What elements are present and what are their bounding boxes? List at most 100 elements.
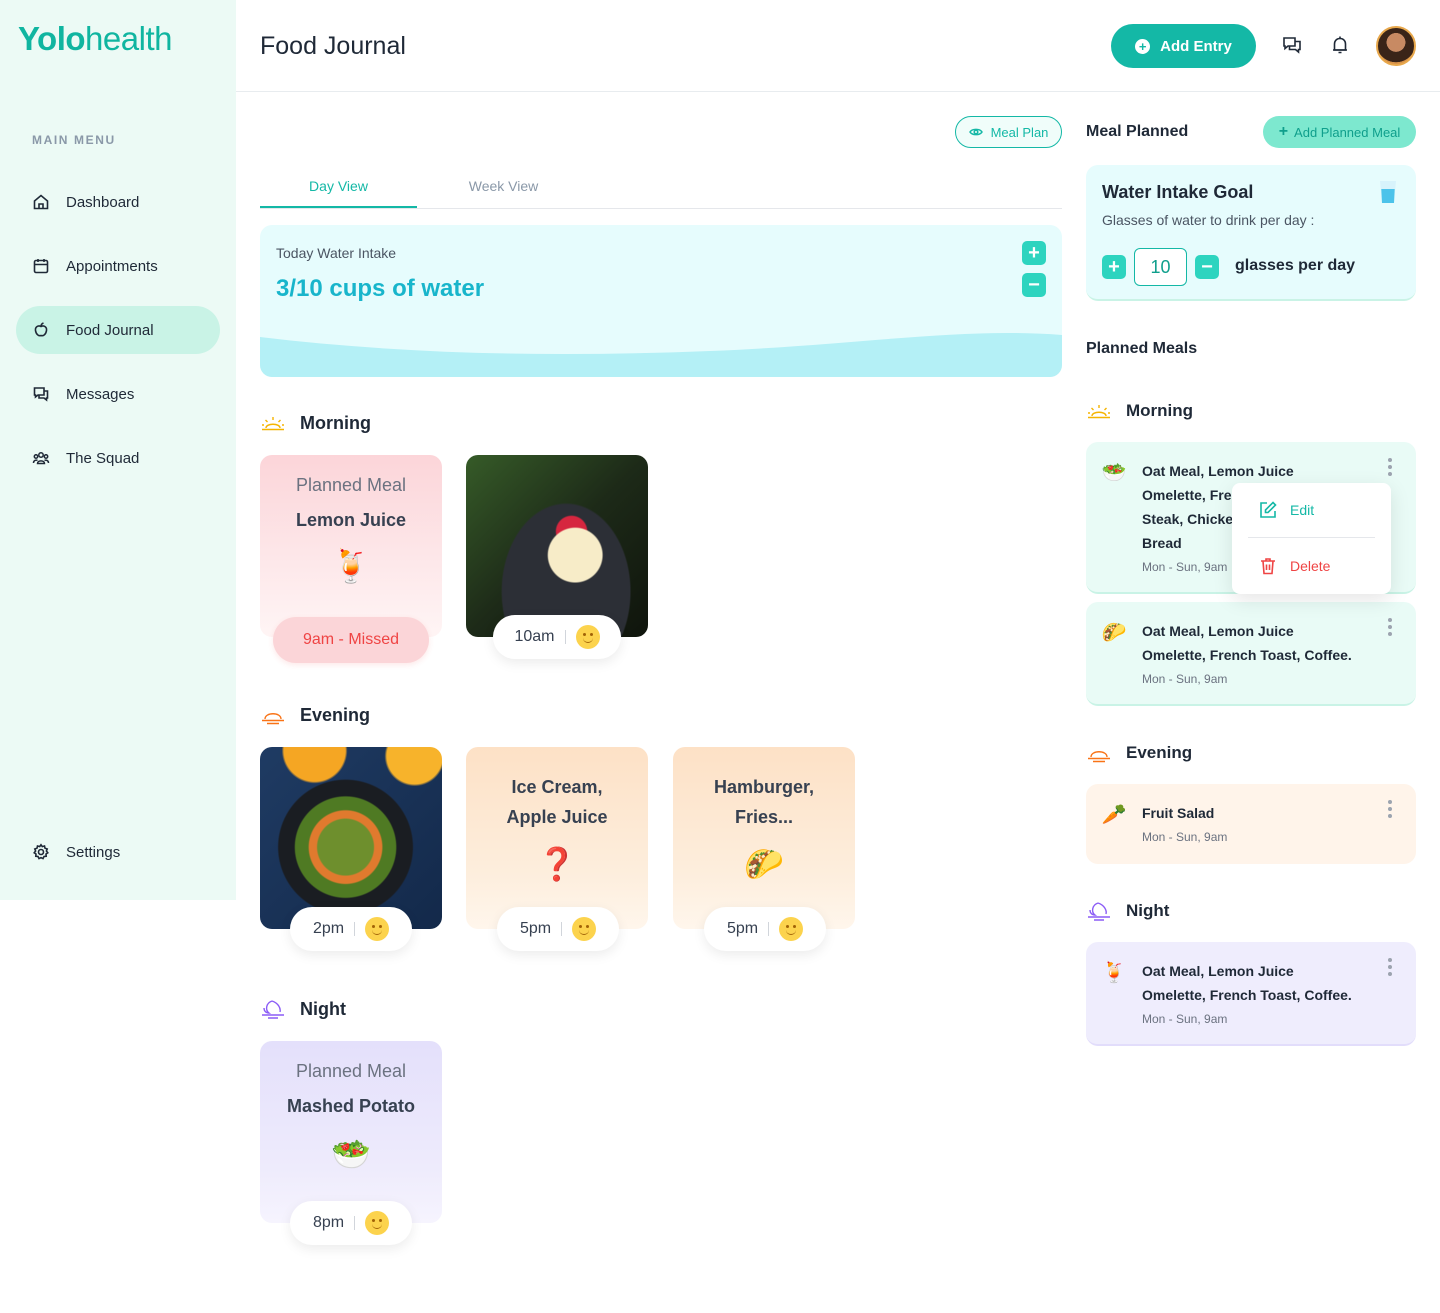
- planned-meal-card-lemon-juice[interactable]: Planned Meal Lemon Juice 🍹: [260, 455, 442, 637]
- sidebar-item-appointments[interactable]: Appointments: [16, 242, 220, 290]
- context-menu: Edit Delete: [1232, 483, 1391, 594]
- edit-menu-item[interactable]: Edit: [1258, 500, 1314, 520]
- divider: [564, 630, 566, 644]
- apple-icon: [32, 321, 50, 339]
- salad-photo: [260, 747, 442, 929]
- menu-divider: [1248, 537, 1375, 538]
- meal-card-ice-cream[interactable]: Ice Cream, Apple Juice ❓: [466, 747, 648, 929]
- planned-meal-foods: Oat Meal, Lemon Juice Omelette, French T…: [1142, 619, 1352, 667]
- evening-section-title: Evening: [260, 704, 370, 726]
- photo-meal-card-cake[interactable]: [466, 455, 648, 637]
- meal-card-hamburger[interactable]: Hamburger, Fries... 🌮: [673, 747, 855, 929]
- group-icon: [32, 449, 50, 467]
- planned-meal-foods: Oat Meal, Lemon Juice Omelette, French T…: [1142, 959, 1352, 1007]
- cocktail-icon: 🍹: [1101, 961, 1127, 984]
- goal-unit-label: glasses per day: [1235, 257, 1356, 274]
- meal-time: 10am: [514, 628, 555, 645]
- tab-day-view[interactable]: Day View: [260, 178, 417, 208]
- smiley-icon: [572, 917, 597, 941]
- sidebar-item-settings[interactable]: Settings: [16, 828, 220, 876]
- planned-meal-card-mashed-potato[interactable]: Planned Meal Mashed Potato 🥗: [260, 1041, 442, 1223]
- water-goal-title: Water Intake Goal: [1102, 182, 1254, 202]
- smiley-icon: [365, 917, 390, 941]
- card-meal-line-2: Apple Juice: [506, 807, 608, 827]
- planned-night-title: Night: [1086, 900, 1169, 922]
- goal-decrease-button[interactable]: −: [1195, 255, 1219, 279]
- planned-meal-schedule: Mon - Sun, 9am: [1142, 672, 1228, 686]
- divider: [561, 922, 563, 936]
- sidebar-item-messages[interactable]: Messages: [16, 370, 220, 418]
- planned-morning-title: Morning: [1086, 400, 1193, 422]
- night-label: Night: [1126, 901, 1170, 920]
- food-line: Oat Meal, Lemon Juice: [1142, 463, 1294, 479]
- planned-meal-foods: Fruit Salad: [1142, 801, 1214, 825]
- avatar[interactable]: [1376, 26, 1416, 66]
- kebab-menu-icon[interactable]: [1388, 800, 1392, 818]
- add-planned-meal-label: Add Planned Meal: [1294, 124, 1401, 140]
- meal-planned-title: Meal Planned: [1086, 123, 1189, 140]
- smiley-icon: [779, 917, 804, 941]
- water-wave: [260, 332, 1062, 377]
- planned-meal-item[interactable]: 🌮 Oat Meal, Lemon Juice Omelette, French…: [1086, 602, 1416, 706]
- sidebar-item-the-squad[interactable]: The Squad: [16, 434, 220, 482]
- sunrise-icon: [260, 412, 286, 434]
- brand-logo[interactable]: Yolohealth: [18, 20, 172, 58]
- time-pill: 5pm: [704, 907, 826, 951]
- time-pill: 8pm: [290, 1201, 412, 1245]
- top-header: Food Journal + Add Entry: [236, 0, 1440, 92]
- morning-section-title: Morning: [260, 412, 371, 434]
- food-line: Oat Meal, Lemon Juice: [1142, 963, 1294, 979]
- morning-label: Morning: [300, 412, 371, 433]
- goal-value-input[interactable]: 10: [1134, 248, 1187, 286]
- card-meal-name: Lemon Juice: [295, 510, 407, 530]
- planned-evening-title: Evening: [1086, 742, 1192, 764]
- smiley-icon: [575, 625, 600, 649]
- water-increase-button[interactable]: +: [1022, 241, 1046, 265]
- sunset-icon: [260, 704, 286, 726]
- morning-label: Morning: [1126, 401, 1194, 420]
- kebab-menu-icon[interactable]: [1388, 458, 1392, 476]
- sidebar-item-food-journal[interactable]: Food Journal: [16, 306, 220, 354]
- meal-time: 2pm: [312, 920, 345, 937]
- home-icon: [32, 193, 50, 211]
- kebab-menu-icon[interactable]: [1388, 618, 1392, 636]
- delete-menu-item[interactable]: Delete: [1258, 556, 1330, 576]
- goal-increase-button[interactable]: +: [1102, 255, 1126, 279]
- photo-meal-card-salad[interactable]: [260, 747, 442, 929]
- evening-label: Evening: [300, 704, 371, 725]
- divider: [768, 922, 770, 936]
- cake-photo: [466, 455, 648, 637]
- kebab-menu-icon[interactable]: [1388, 958, 1392, 976]
- divider: [354, 1216, 356, 1230]
- page-title: Food Journal: [260, 32, 406, 60]
- planned-meal-schedule: Mon - Sun, 9am: [1142, 1012, 1228, 1026]
- view-tabs: Day View Week View: [260, 168, 1062, 209]
- menu-title: MAIN MENU: [32, 133, 116, 147]
- bell-icon[interactable]: [1329, 34, 1351, 56]
- sidebar-item-label: Messages: [66, 385, 135, 403]
- meal-plan-label: Meal Plan: [990, 124, 1049, 140]
- water-decrease-button[interactable]: −: [1022, 273, 1046, 297]
- salad-bowl-icon: 🥗: [1101, 461, 1127, 484]
- evening-label: Evening: [1126, 743, 1193, 762]
- tab-week-view[interactable]: Week View: [425, 178, 582, 208]
- taco-icon: 🌮: [1101, 621, 1127, 644]
- sunrise-icon: [1086, 400, 1112, 422]
- planned-meal-item[interactable]: 🍹 Oat Meal, Lemon Juice Omelette, French…: [1086, 942, 1416, 1046]
- sidebar-item-label: Appointments: [66, 257, 158, 275]
- add-entry-label: Add Entry: [1160, 37, 1232, 55]
- planned-meal-item[interactable]: 🥕 Fruit Salad Mon - Sun, 9am: [1086, 784, 1416, 864]
- sidebar-item-dashboard[interactable]: Dashboard: [16, 178, 220, 226]
- calendar-icon: [32, 257, 50, 275]
- chat-icon[interactable]: [1281, 34, 1303, 56]
- edit-icon: [1260, 501, 1277, 518]
- night-section-title: Night: [260, 998, 346, 1020]
- add-planned-meal-button[interactable]: + Add Planned Meal: [1263, 116, 1416, 148]
- water-intake-value: 3/10 cups of water: [276, 275, 485, 302]
- eye-icon: [968, 128, 983, 136]
- meal-plan-button[interactable]: Meal Plan: [955, 116, 1062, 148]
- sidebar-item-label: The Squad: [66, 449, 140, 467]
- add-entry-button[interactable]: + Add Entry: [1111, 24, 1256, 68]
- taco-icon: 🌮: [744, 846, 784, 882]
- delete-label: Delete: [1290, 558, 1331, 574]
